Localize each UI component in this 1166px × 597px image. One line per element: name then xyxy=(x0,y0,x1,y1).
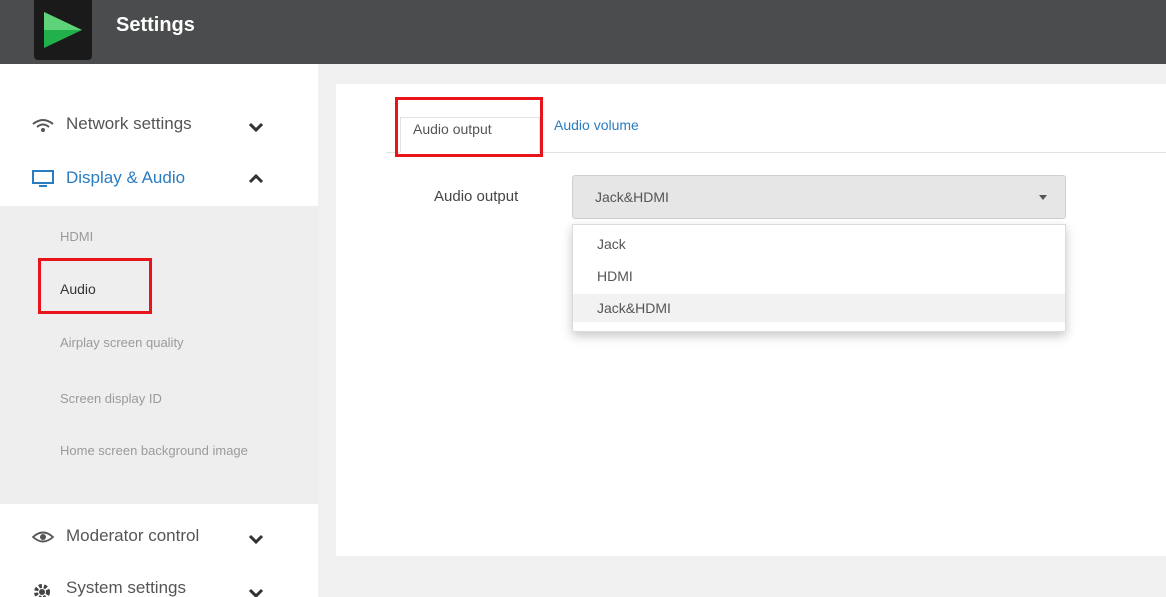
play-logo-icon xyxy=(44,12,82,48)
highlight-box-audio xyxy=(38,258,152,314)
app-title: Settings xyxy=(116,14,195,36)
submenu-item-home-screen-background-image[interactable]: Home screen background image xyxy=(60,442,270,460)
sidebar-item-moderator-control[interactable]: Moderator control xyxy=(0,510,318,560)
dropdown-option-hdmi[interactable]: HDMI xyxy=(573,262,1065,290)
audio-output-label: Audio output xyxy=(434,188,519,205)
gear-icon xyxy=(32,582,54,597)
chevron-down-icon[interactable] xyxy=(248,120,264,133)
audio-output-select[interactable]: Jack&HDMI xyxy=(572,175,1066,219)
dropdown-option-jack-hdmi[interactable]: Jack&HDMI xyxy=(573,294,1065,322)
dropdown-caret-icon xyxy=(1039,195,1047,200)
eye-icon xyxy=(31,528,55,548)
sidebar-item-label: Display & Audio xyxy=(66,168,186,187)
sidebar-item-label: Moderator control xyxy=(66,526,200,545)
sidebar-item-network-settings[interactable]: Network settings xyxy=(0,98,318,148)
wifi-icon xyxy=(32,118,54,138)
top-bar: Settings xyxy=(0,0,1166,64)
sidebar-item-label: Network settings xyxy=(66,114,192,133)
submenu-item-hdmi[interactable]: HDMI xyxy=(60,228,93,246)
monitor-icon xyxy=(32,170,54,190)
sidebar-item-label: System settings xyxy=(66,578,186,597)
select-value: Jack&HDMI xyxy=(595,189,669,205)
chevron-up-icon[interactable] xyxy=(248,172,264,184)
submenu-item-airplay-screen-quality[interactable]: Airplay screen quality xyxy=(60,334,184,352)
submenu-item-screen-display-id[interactable]: Screen display ID xyxy=(60,390,162,408)
tab-audio-volume[interactable]: Audio volume xyxy=(554,117,639,133)
display-audio-submenu: HDMI Audio Airplay screen quality Screen… xyxy=(0,206,318,504)
sidebar-item-system-settings[interactable]: System settings xyxy=(0,564,318,597)
dropdown-option-jack[interactable]: Jack xyxy=(573,230,1065,258)
app-logo xyxy=(34,0,92,60)
chevron-down-icon[interactable] xyxy=(248,586,264,597)
sidebar-item-display-audio[interactable]: Display & Audio xyxy=(0,152,318,202)
highlight-box-audio-output-tab xyxy=(395,97,543,157)
chevron-down-icon[interactable] xyxy=(248,532,264,545)
audio-output-dropdown-menu: Jack HDMI Jack&HDMI xyxy=(572,224,1066,332)
